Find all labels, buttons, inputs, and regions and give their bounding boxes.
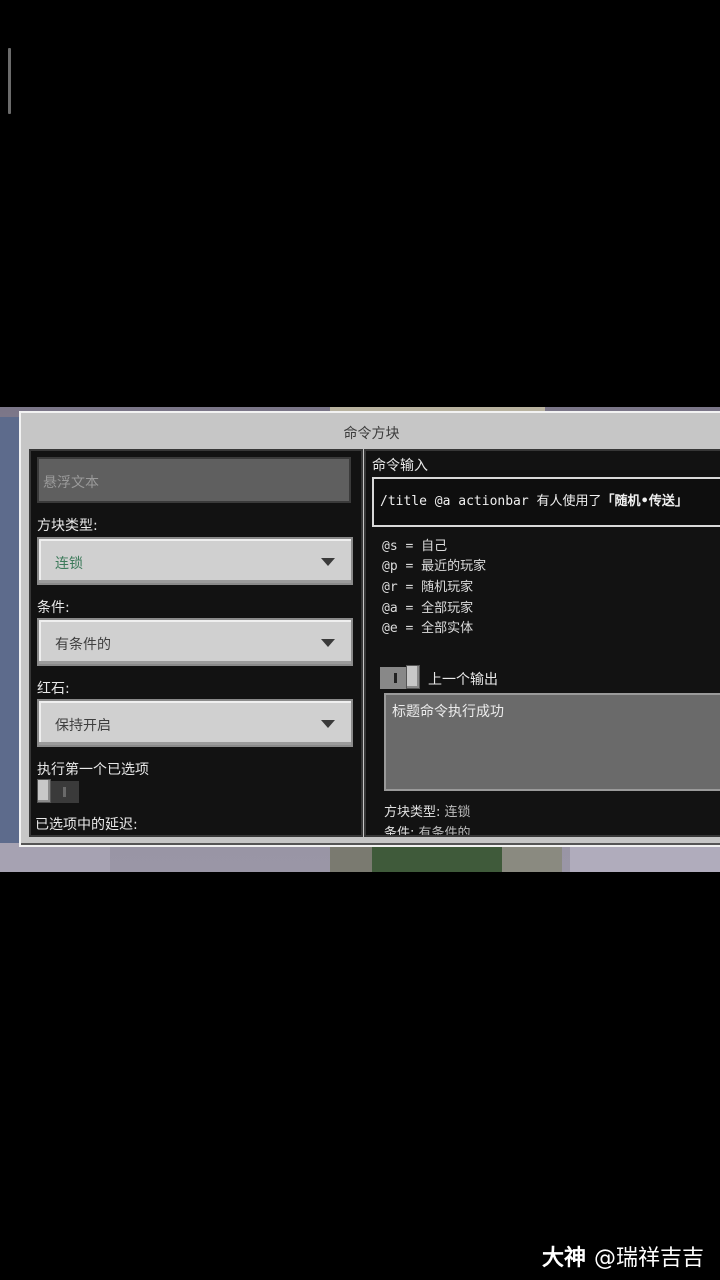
command-input[interactable]: /title @a actionbar 有人使用了「随机•传送」 [372,477,720,527]
condition-dropdown[interactable]: 有条件的 [37,618,353,666]
info-block-type: 方块类型: 连锁 [384,805,471,820]
exec-first-label: 执行第一个已选项 [37,762,149,778]
previous-output-toggle[interactable] [380,665,420,689]
previous-output-label: 上一个输出 [428,672,498,688]
info-condition: 条件: 有条件的 [384,826,471,837]
block-type-dropdown[interactable]: 连锁 [37,537,353,585]
condition-value: 有条件的 [55,637,111,653]
previous-output-box: 标题命令执行成功 [384,693,720,791]
hint-line: @r = 随机玩家 [382,580,474,595]
hint-line: @s = 自己 [382,539,448,554]
dialog-title: 命令方块 [343,426,400,442]
watermark-user: @瑞祥吉吉 [593,1246,704,1271]
hint-line: @p = 最近的玩家 [382,559,487,574]
redstone-dropdown[interactable]: 保持开启 [37,699,353,747]
toggle-knob [406,665,420,689]
delay-label: 已选项中的延迟: [35,817,138,833]
toggle-on-mark [394,673,397,683]
hover-text-input[interactable]: 悬浮文本 [37,457,351,503]
watermark: 大神 @瑞祥吉吉 [542,1240,704,1272]
command-block-dialog: 命令方块 悬浮文本 方块类型: 连锁 条件: 有条件的 红石: 保持开启 执行第… [19,411,720,847]
redstone-value: 保持开启 [55,718,111,734]
toggle-off-mark [63,787,66,797]
block-type-value: 连锁 [55,556,83,572]
block-type-label: 方块类型: [37,518,98,534]
command-input-label: 命令输入 [372,458,428,474]
hint-line: @e = 全部实体 [382,621,474,636]
condition-label: 条件: [37,600,70,616]
settings-panel: 悬浮文本 方块类型: 连锁 条件: 有条件的 红石: 保持开启 执行第一个已选项… [29,449,363,837]
exec-first-toggle[interactable] [37,779,79,803]
scroll-indicator [8,48,11,114]
previous-output-value: 标题命令执行成功 [392,704,504,720]
command-text: /title @a actionbar 有人使用了「随机•传送」 [380,494,688,509]
hover-text-placeholder: 悬浮文本 [43,475,99,491]
watermark-brand: 大神 [541,1246,586,1271]
toggle-knob [37,779,51,803]
redstone-label: 红石: [37,681,70,697]
chevron-down-icon [321,639,335,647]
command-panel: 命令输入 /title @a actionbar 有人使用了「随机•传送」 @s… [364,449,720,837]
hint-line: @a = 全部玩家 [382,601,474,616]
chevron-down-icon [321,720,335,728]
chevron-down-icon [321,558,335,566]
